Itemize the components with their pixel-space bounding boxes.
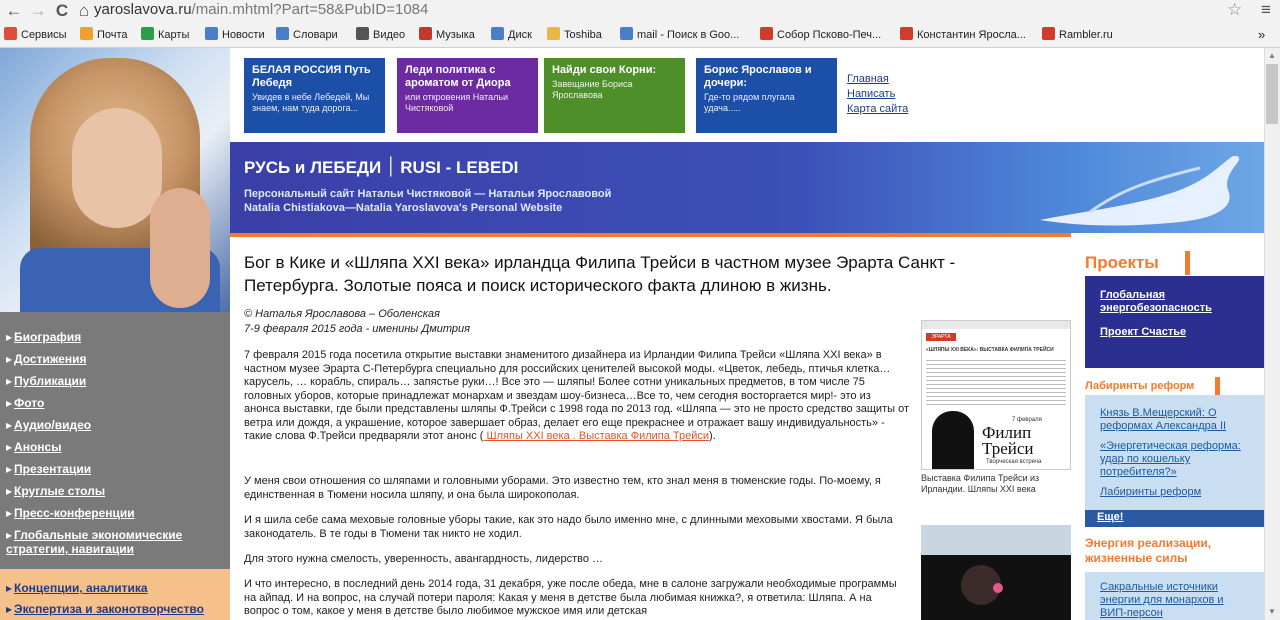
reforms-heading: Лабиринты реформ bbox=[1085, 377, 1220, 395]
article-paragraph: Для этого нужна смелость, уверенность, а… bbox=[244, 553, 604, 565]
folder-icon bbox=[547, 27, 560, 40]
address-path: /main.mhtml?Part=58&PubID=1084 bbox=[191, 1, 429, 18]
energy-link[interactable]: Сакральные источники энергии для монархо… bbox=[1100, 581, 1250, 620]
address-domain: yaroslavova.ru bbox=[94, 1, 192, 18]
nav-press-conferences[interactable]: Пресс-конференции bbox=[6, 506, 135, 526]
article-title: Бог в Кике и «Шляпа XXI века» ирландца Ф… bbox=[244, 253, 956, 295]
news-icon bbox=[205, 27, 218, 40]
bookmark-item[interactable]: mail - Поиск в Goo... bbox=[620, 26, 739, 44]
bookmark-item[interactable]: Почта bbox=[80, 26, 128, 44]
swan-icon bbox=[1040, 155, 1240, 226]
exhibition-link[interactable]: Шляпы XXI века . Выставка Филипа Трейси bbox=[483, 430, 710, 442]
nav-expertise[interactable]: Экспертиза и законотворчество bbox=[6, 602, 204, 616]
link-home[interactable]: Главная bbox=[847, 72, 889, 87]
energy-heading: Энергия реализации, жизненные силы bbox=[1085, 536, 1212, 565]
reform-link[interactable]: Князь В.Мещерский: О реформах Александра… bbox=[1100, 407, 1250, 433]
article-paragraph: 7 февраля 2015 года посетила открытие вы… bbox=[244, 349, 909, 442]
tile-boris-yaroslavov[interactable]: Борис Ярославов и дочери: Где-то рядом пл… bbox=[696, 58, 837, 133]
bookmark-item[interactable]: Музыка bbox=[419, 26, 475, 44]
video-icon bbox=[356, 27, 369, 40]
project-energy-security[interactable]: Глобальная энергобезопасность bbox=[1100, 289, 1250, 315]
banner-subtitle-en: Natalia Chistiakova—Natalia Yaroslavova'… bbox=[244, 202, 563, 214]
more-button[interactable]: Еще! bbox=[1085, 510, 1264, 527]
bookmark-item[interactable]: Rambler.ru bbox=[1042, 26, 1113, 44]
site-banner: РУСЬ и ЛЕБЕДИ ׀ RUSI - LEBEDI Персональн… bbox=[230, 142, 1264, 233]
project-happiness[interactable]: Проект Счастье bbox=[1100, 326, 1186, 339]
scroll-down-icon[interactable]: ▼ bbox=[1264, 604, 1280, 620]
bookmark-item[interactable]: Диск bbox=[491, 26, 532, 44]
menu-icon[interactable]: ≡ bbox=[1256, 0, 1276, 20]
bookmark-item[interactable]: Сервисы bbox=[4, 26, 67, 44]
article-paragraph: И что интересно, в последний день 2014 г… bbox=[244, 578, 897, 617]
reform-link[interactable]: Лабиринты реформ bbox=[1100, 486, 1250, 499]
author-photo bbox=[0, 48, 230, 312]
nav-publications[interactable]: Публикации bbox=[6, 374, 86, 394]
address-bar[interactable]: yaroslavova.ru/main.mhtml?Part=58&PubID=… bbox=[94, 0, 1244, 20]
article-date: 7-9 февраля 2015 года - именины Дмитрия bbox=[244, 323, 470, 335]
tile-find-roots[interactable]: Найди свои Корни: Завещание Бориса Яросла… bbox=[544, 58, 685, 133]
home-button[interactable]: ⌂ bbox=[74, 1, 94, 21]
bookmark-item[interactable]: Карты bbox=[141, 26, 189, 44]
tile-lady-politics[interactable]: Леди политика с ароматом от Диора или отк… bbox=[397, 58, 538, 133]
link-sitemap[interactable]: Карта сайта bbox=[847, 102, 908, 117]
forward-button[interactable]: → bbox=[28, 1, 48, 21]
dictionary-icon bbox=[276, 27, 289, 40]
mail-icon bbox=[80, 27, 93, 40]
bookmark-item[interactable]: Константин Яросла... bbox=[900, 26, 1026, 44]
nav-achievements[interactable]: Достижения bbox=[6, 352, 86, 372]
scrollbar-thumb[interactable] bbox=[1266, 64, 1278, 124]
google-icon bbox=[620, 27, 633, 40]
reload-button[interactable]: C bbox=[52, 1, 72, 21]
thumbnail-caption: Выставка Филипа Трейси из Ирландии. Шляп… bbox=[921, 473, 1040, 494]
banner-subtitle-ru: Персональный сайт Натальи Чистяковой — Н… bbox=[244, 188, 612, 200]
photo-thumbnail[interactable] bbox=[921, 525, 1071, 620]
bookmark-star-icon[interactable]: ☆ bbox=[1227, 0, 1247, 20]
projects-heading: Проекты bbox=[1085, 251, 1190, 275]
more-bookmarks-icon[interactable]: » bbox=[1258, 26, 1265, 44]
article-author: © Наталья Ярославова – Оболенская bbox=[244, 308, 440, 320]
nav-global-strategies[interactable]: Глобальные экономические стратегии, нави… bbox=[6, 528, 216, 556]
yandex-icon bbox=[900, 27, 913, 40]
divider bbox=[230, 233, 1071, 237]
nav-announcements[interactable]: Анонсы bbox=[6, 440, 61, 460]
reform-link[interactable]: «Энергетическая реформа: удар по кошельк… bbox=[1100, 440, 1250, 479]
nav-biography[interactable]: Биография bbox=[6, 330, 81, 350]
link-write[interactable]: Написать bbox=[847, 87, 895, 102]
nav-photo[interactable]: Фото bbox=[6, 396, 44, 416]
bookmark-item[interactable]: Видео bbox=[356, 26, 405, 44]
nav-concepts[interactable]: Концепции, аналитика bbox=[6, 581, 148, 595]
thumb-header: «ШЛЯПЫ XXI ВЕКА»: ВЫСТАВКА ФИЛИПА ТРЕЙСИ bbox=[926, 347, 1054, 353]
yandex-icon bbox=[1042, 27, 1055, 40]
nav-presentations[interactable]: Презентации bbox=[6, 462, 91, 482]
scroll-up-icon[interactable]: ▲ bbox=[1264, 48, 1280, 64]
bookmark-item[interactable]: Словари bbox=[276, 26, 338, 44]
back-button[interactable]: ← bbox=[4, 1, 24, 21]
apps-icon bbox=[4, 27, 17, 40]
bookmark-item[interactable]: Собор Псково-Печ... bbox=[760, 26, 881, 44]
article-paragraph: У меня свои отношения со шляпами и голов… bbox=[244, 475, 881, 501]
nav-round-tables[interactable]: Круглые столы bbox=[6, 484, 105, 504]
music-icon bbox=[419, 27, 432, 40]
disk-icon bbox=[491, 27, 504, 40]
article-paragraph: И я шила себе сама меховые головные убор… bbox=[244, 514, 893, 540]
bookmark-item[interactable]: Toshiba bbox=[547, 26, 602, 44]
tile-white-russia[interactable]: БЕЛАЯ РОССИЯ Путь Лебедя Увидев в небе Ле… bbox=[244, 58, 385, 133]
exhibition-thumbnail[interactable]: ЭРАРТА «ШЛЯПЫ XXI ВЕКА»: ВЫСТАВКА ФИЛИПА… bbox=[921, 320, 1071, 470]
erarta-logo: ЭРАРТА bbox=[926, 333, 956, 341]
scrollbar[interactable] bbox=[1264, 48, 1280, 620]
yandex-icon bbox=[760, 27, 773, 40]
poster-subtitle: Творческая встреча bbox=[986, 459, 1042, 465]
poster-title: Филип Трейси bbox=[982, 423, 1034, 458]
bookmark-item[interactable]: Новости bbox=[205, 26, 265, 44]
maps-icon bbox=[141, 27, 154, 40]
nav-audio-video[interactable]: Аудио/видео bbox=[6, 418, 91, 438]
banner-title: РУСЬ и ЛЕБЕДИ ׀ RUSI - LEBEDI bbox=[244, 158, 519, 177]
